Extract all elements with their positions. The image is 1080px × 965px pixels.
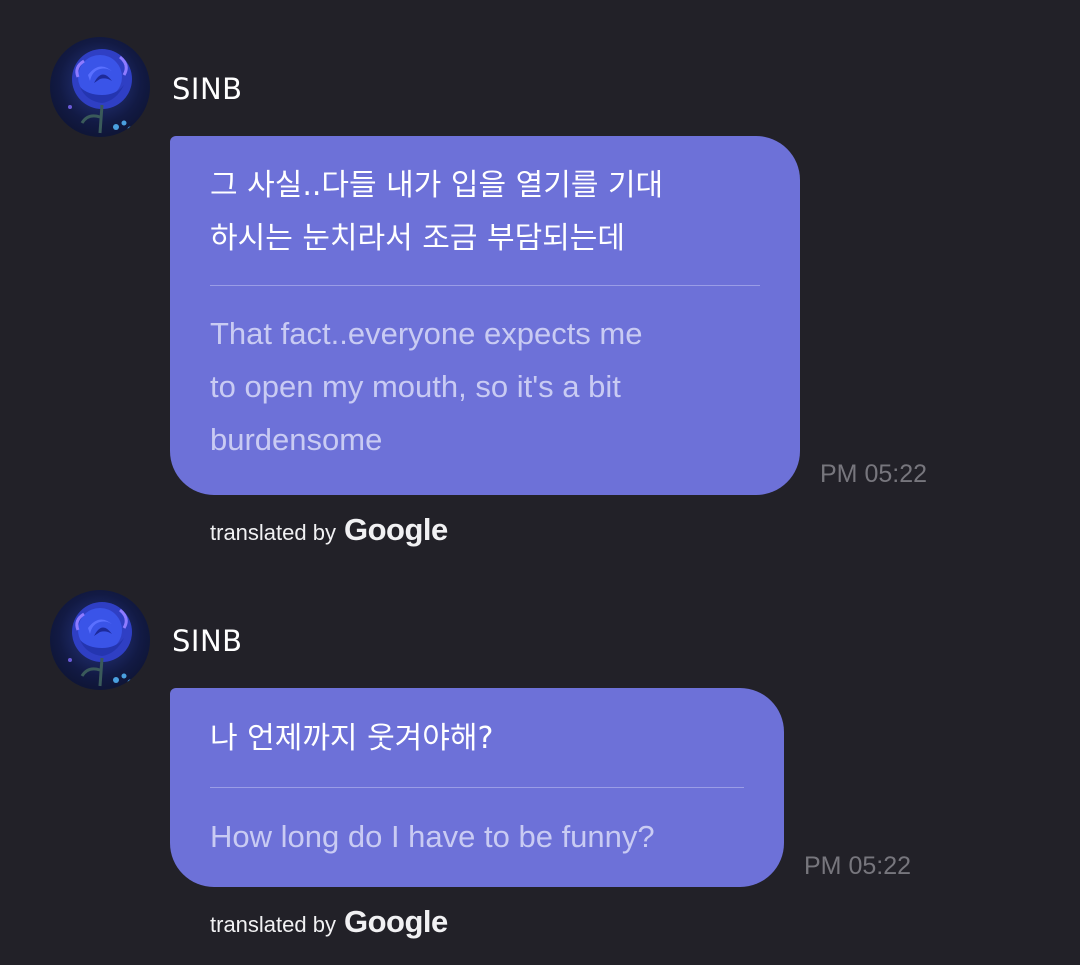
message-bubble[interactable]: 그 사실..다들 내가 입을 열기를 기대 하시는 눈치라서 조금 부담되는데 … xyxy=(170,136,800,495)
message-bubble[interactable]: 나 언제까지 웃겨야해? How long do I have to be fu… xyxy=(170,688,784,887)
translated-text: That fact..everyone expects me to open m… xyxy=(210,307,760,466)
translated-line: That fact..everyone expects me xyxy=(210,316,643,351)
sender-name: SINB xyxy=(172,72,243,106)
original-line: 나 언제까지 웃겨야해? xyxy=(210,721,494,756)
attribution-prefix: translated by xyxy=(210,912,336,937)
message-time: PM 05:22 xyxy=(820,460,928,488)
translated-line: How long do I have to be funny? xyxy=(210,819,655,854)
translation-attribution: translated by Google xyxy=(210,904,448,940)
google-logo-text: Google xyxy=(343,904,448,939)
blue-rose-avatar-icon xyxy=(68,49,133,134)
original-text: 나 언제까지 웃겨야해? xyxy=(210,712,744,765)
blue-rose-avatar-icon xyxy=(68,602,133,687)
avatar[interactable] xyxy=(50,37,150,137)
translation-attribution: translated by Google xyxy=(210,512,448,548)
avatar[interactable] xyxy=(50,590,150,690)
sender-name: SINB xyxy=(172,624,243,658)
translated-line: to open my mouth, so it's a bit xyxy=(210,369,621,404)
attribution-prefix: translated by xyxy=(210,520,336,545)
original-line: 하시는 눈치라서 조금 부담되는데 xyxy=(210,221,626,256)
original-text: 그 사실..다들 내가 입을 열기를 기대 하시는 눈치라서 조금 부담되는데 xyxy=(210,159,760,265)
message-time: PM 05:22 xyxy=(804,852,912,880)
translated-line: burdensome xyxy=(210,422,383,457)
google-logo-text: Google xyxy=(343,512,448,547)
translated-text: How long do I have to be funny? xyxy=(210,810,744,863)
original-line: 그 사실..다들 내가 입을 열기를 기대 xyxy=(210,168,664,203)
